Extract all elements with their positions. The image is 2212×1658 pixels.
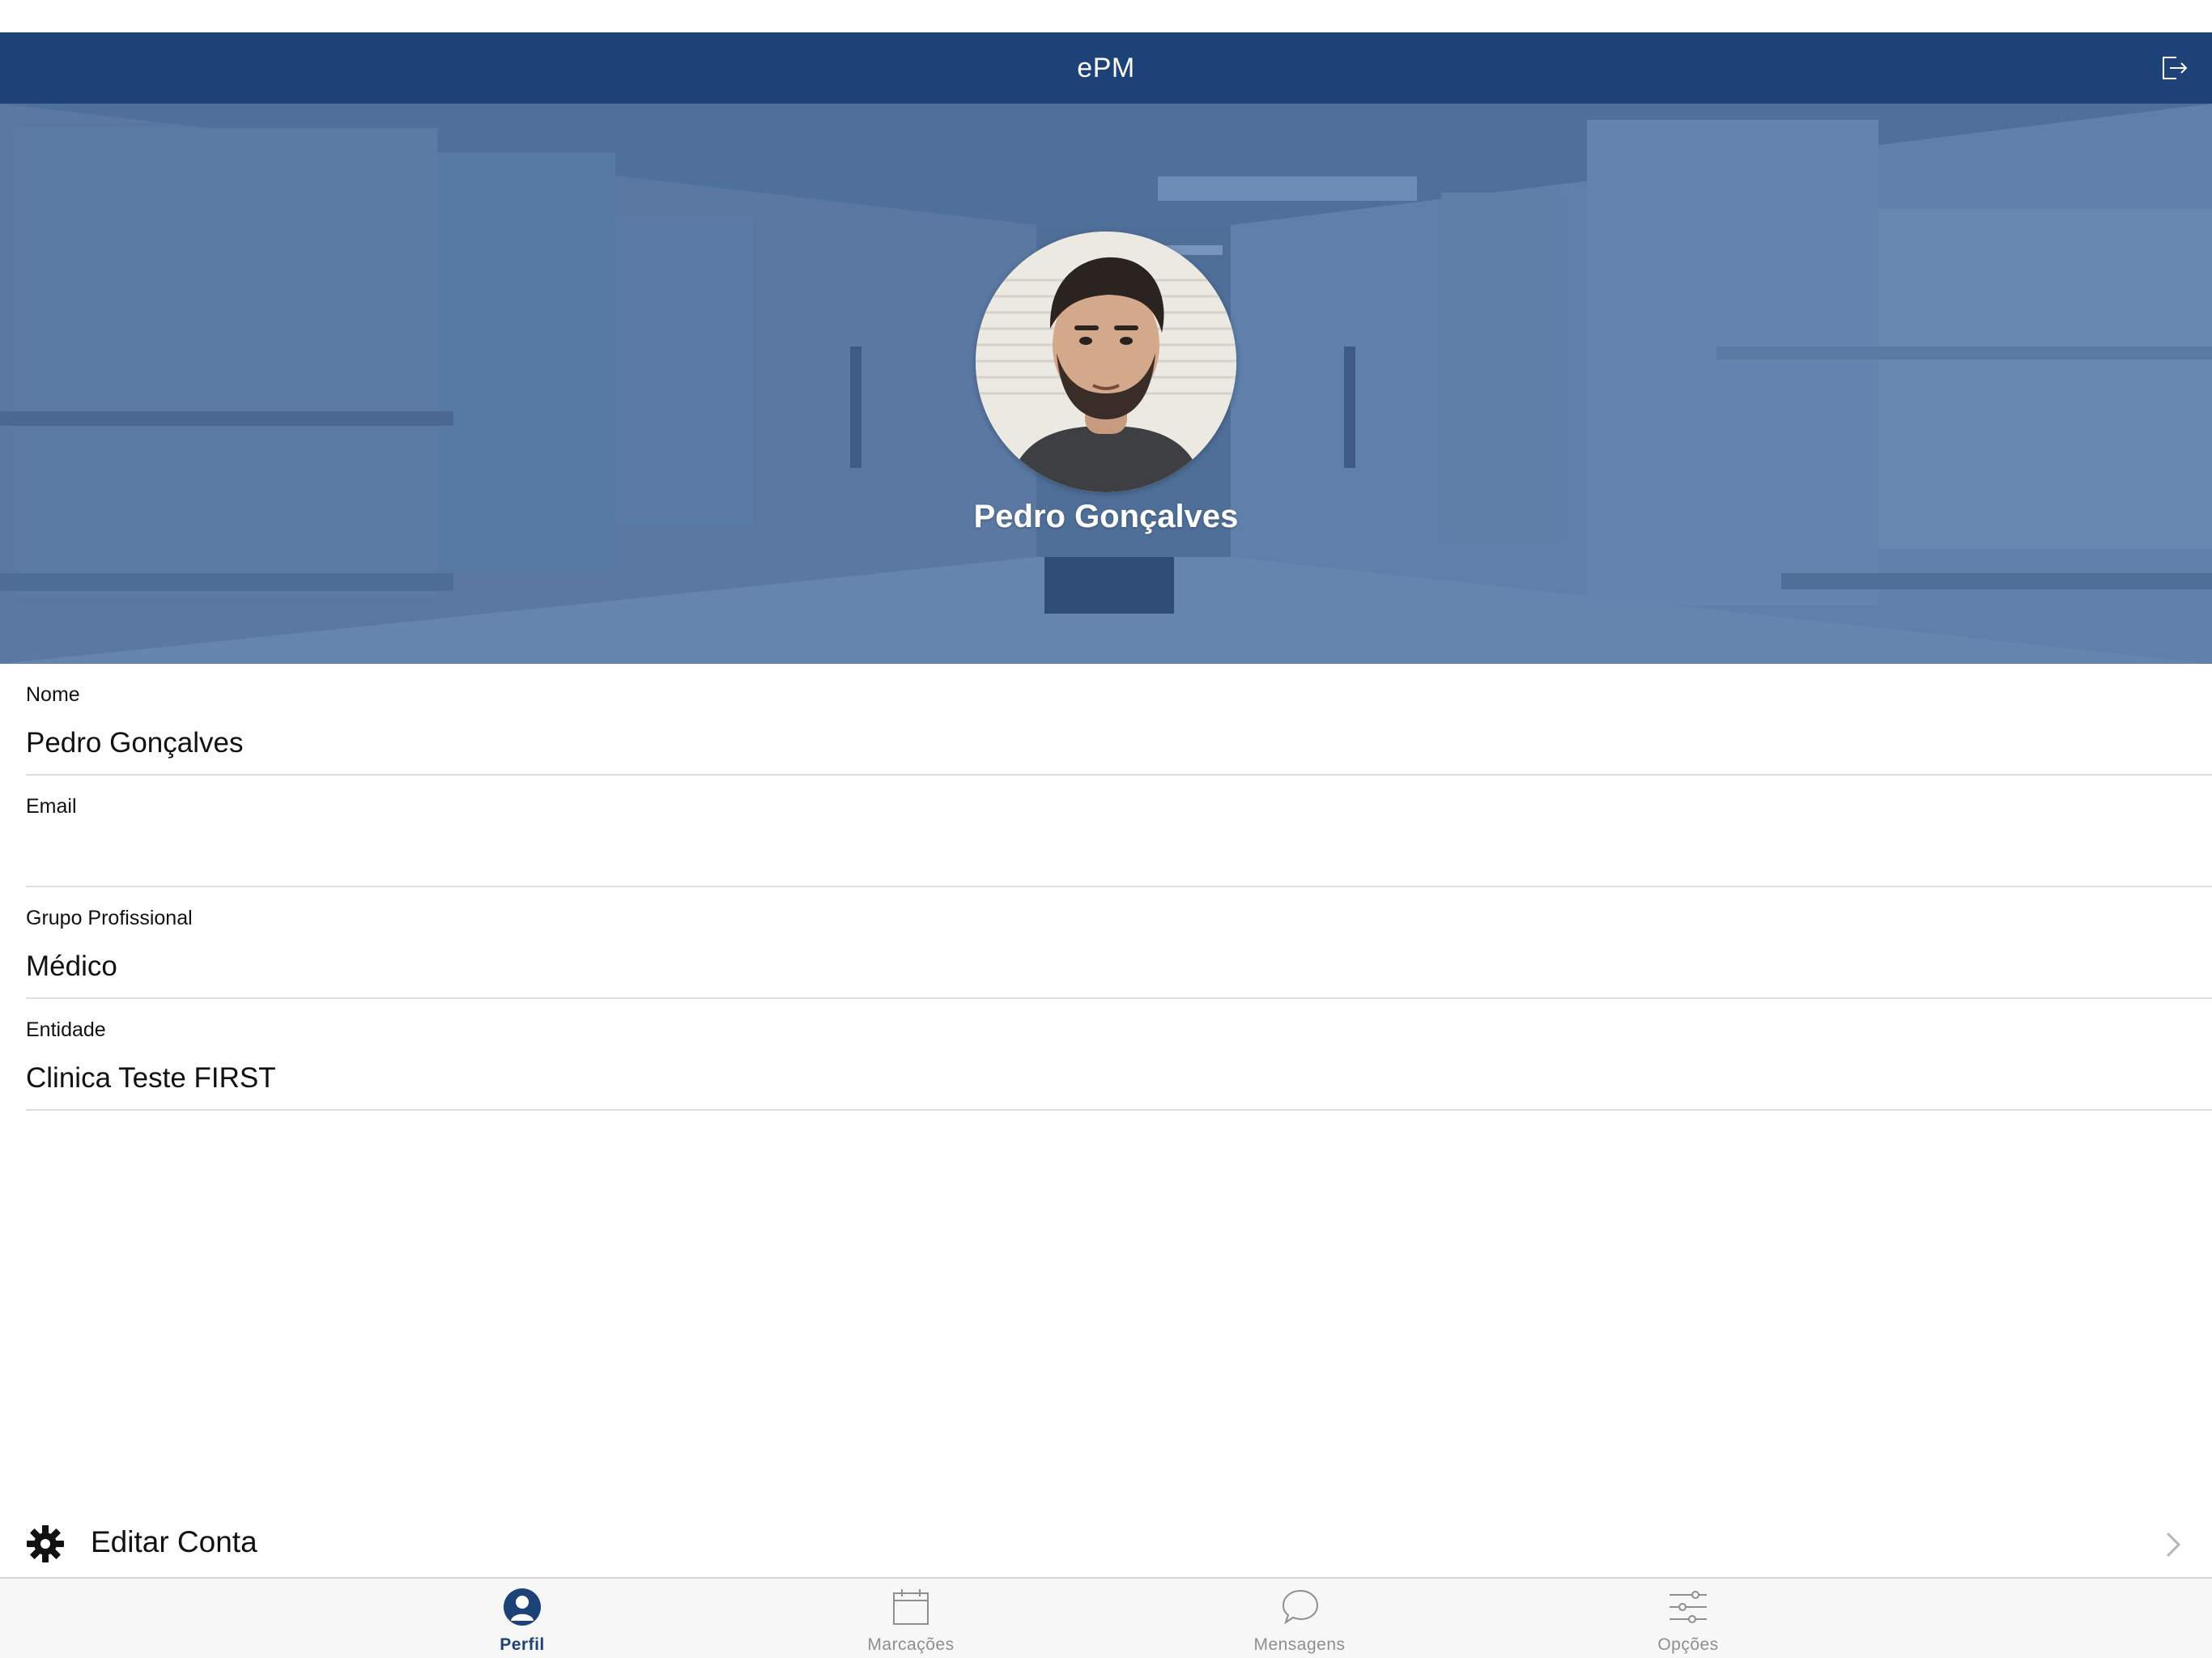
tab-bar: Perfil Marcações Mensagens Opções [0,1577,2212,1658]
tab-label: Mensagens [1253,1635,1346,1654]
field-entidade: Entidade Clinica Teste FIRST [26,999,2212,1111]
field-grupo-profissional: Grupo Profissional Médico [26,887,2212,999]
status-bar [0,0,2212,32]
tab-label: Opções [1657,1635,1719,1654]
sliders-icon [1670,1591,1707,1623]
tab-mensagens[interactable]: Mensagens [1202,1579,1397,1658]
gear-icon [27,1525,64,1562]
field-value: Pedro Gonçalves [26,727,244,759]
field-value: Médico [26,950,117,982]
tab-perfil[interactable]: Perfil [425,1579,619,1658]
avatar[interactable] [976,232,1236,492]
field-label: Email [26,795,77,818]
logout-button[interactable] [2155,49,2194,87]
field-label: Nome [26,683,80,706]
field-label: Grupo Profissional [26,907,193,929]
tab-opcoes[interactable]: Opções [1591,1579,1785,1658]
tab-label: Marcações [867,1635,955,1654]
profile-header: Pedro Gonçalves [0,104,2212,664]
calendar-icon [893,1589,929,1625]
chevron-right-icon [2166,1532,2181,1558]
field-value: Clinica Teste FIRST [26,1062,276,1094]
logout-icon [2163,57,2188,79]
navigation-bar: ePM [0,32,2212,104]
profile-name: Pedro Gonçalves [973,499,1239,534]
chat-icon [1282,1589,1319,1625]
user-avatar [976,232,1236,492]
tab-marcacoes[interactable]: Marcações [814,1579,1008,1658]
field-email: Email [26,776,2212,887]
field-label: Entidade [26,1018,106,1041]
profile-screen: ePM Pedro Gonçalves Nome Pedro Gonçalves… [0,0,2212,1658]
person-icon [504,1588,541,1626]
profile-fields: Nome Pedro Gonçalves Email Grupo Profiss… [26,664,2212,1111]
edit-account-button[interactable]: Editar Conta [0,1509,2212,1579]
app-title: ePM [1077,52,1135,83]
edit-account-label: Editar Conta [91,1525,257,1558]
tab-label: Perfil [500,1635,545,1654]
field-nome: Nome Pedro Gonçalves [26,664,2212,776]
